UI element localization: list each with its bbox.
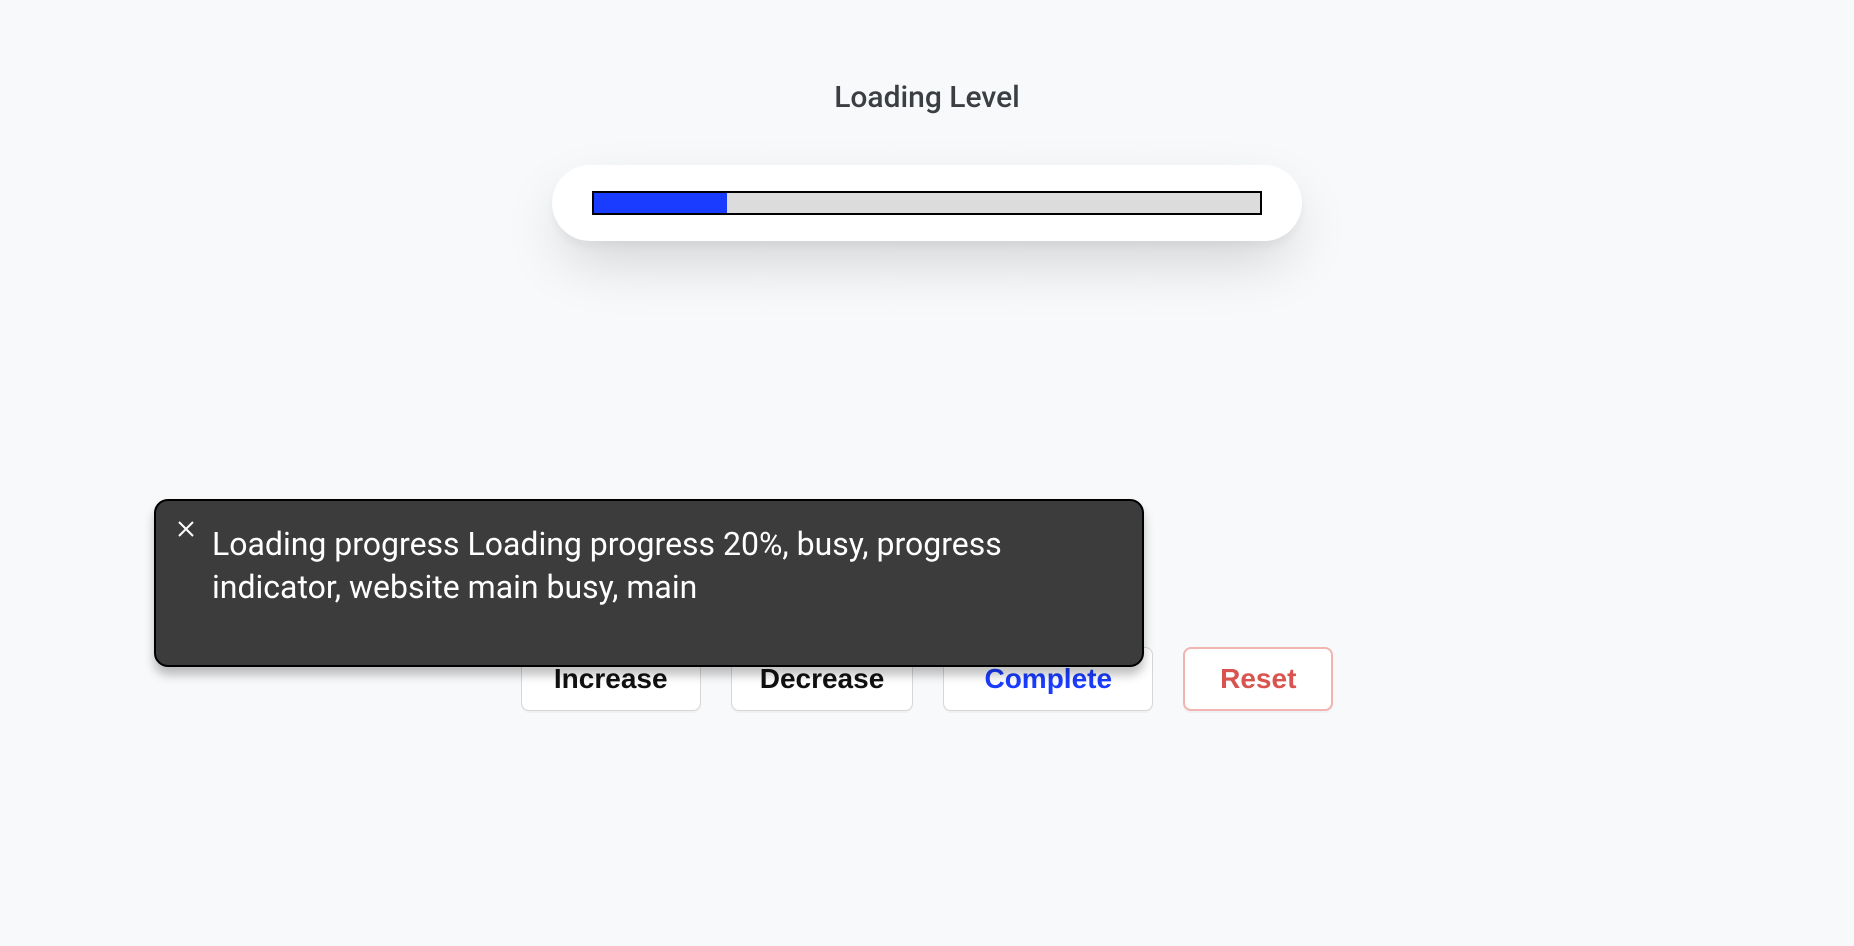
reset-button[interactable]: Reset	[1183, 647, 1333, 711]
main-container: Loading Level Increase Decrease Complete…	[0, 0, 1854, 946]
progress-bar	[592, 191, 1262, 215]
page-title: Loading Level	[834, 80, 1020, 115]
close-icon[interactable]	[174, 517, 198, 541]
accessibility-tooltip: Loading progress Loading progress 20%, b…	[154, 499, 1144, 667]
progress-card	[552, 165, 1302, 241]
tooltip-text: Loading progress Loading progress 20%, b…	[212, 523, 1114, 609]
progress-fill	[594, 193, 727, 213]
